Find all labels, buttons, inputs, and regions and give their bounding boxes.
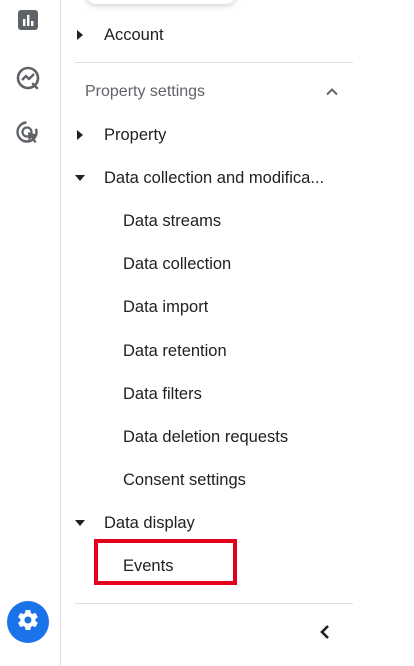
- gear-icon: [16, 608, 40, 637]
- nav-subitem-data-filters[interactable]: Data filters: [61, 377, 351, 411]
- reports-button[interactable]: [10, 4, 46, 40]
- nav-item-data-display[interactable]: Data display: [61, 506, 351, 540]
- admin-settings-button[interactable]: [7, 601, 49, 643]
- chevron-up-icon: [325, 85, 339, 99]
- nav-subitem-label: Consent settings: [123, 470, 246, 489]
- nav-item-property[interactable]: Property: [61, 118, 351, 152]
- caret-down-icon: [75, 173, 85, 183]
- nav-subitem-label: Data import: [123, 297, 209, 316]
- nav-item-account[interactable]: Account: [61, 18, 351, 52]
- nav-subitem-data-streams[interactable]: Data streams: [61, 204, 351, 238]
- nav-subitem-label: Data streams: [123, 211, 222, 230]
- advertising-button[interactable]: [10, 117, 46, 153]
- reports-icon: [17, 9, 39, 36]
- nav-subitem-data-retention[interactable]: Data retention: [61, 334, 351, 368]
- nav-item-label: Data display: [104, 513, 195, 532]
- nav-subitem-data-collection[interactable]: Data collection: [61, 247, 351, 281]
- explore-button[interactable]: [10, 62, 46, 98]
- property-settings-header[interactable]: Property settings: [75, 75, 341, 109]
- nav-item-data-collection-and-modification[interactable]: Data collection and modifica...: [61, 161, 351, 195]
- nav-item-label: Account: [104, 25, 164, 44]
- caret-right-icon: [75, 130, 85, 140]
- nav-subitem-data-import[interactable]: Data import: [61, 290, 351, 324]
- advertising-icon: [15, 120, 41, 151]
- nav-subitem-consent-settings[interactable]: Consent settings: [61, 463, 351, 497]
- nav-subitem-label: Events: [123, 556, 174, 575]
- caret-down-icon: [75, 518, 85, 528]
- analytics-admin-panel: Account Property settings Property Data …: [0, 0, 414, 666]
- nav-subitem-data-deletion-requests[interactable]: Data deletion requests: [61, 420, 351, 454]
- caret-right-icon: [75, 30, 85, 40]
- nav-subitem-label: Data filters: [123, 384, 202, 403]
- collapse-nav-button[interactable]: [311, 620, 339, 648]
- nav-item-label: Data collection and modifica...: [104, 168, 325, 187]
- nav-item-label: Property: [104, 125, 167, 144]
- nav-subitem-label: Data retention: [123, 341, 227, 360]
- nav-subitem-events[interactable]: Events: [61, 549, 351, 583]
- section-header-label: Property settings: [85, 83, 206, 100]
- nav-subitem-label: Data deletion requests: [123, 427, 289, 446]
- divider: [75, 62, 353, 63]
- divider: [75, 603, 353, 604]
- admin-nav-panel: Account Property settings Property Data …: [61, 0, 414, 666]
- left-icon-rail: [0, 0, 61, 666]
- chevron-left-icon: [319, 624, 331, 645]
- explore-icon: [15, 65, 41, 96]
- nav-subitem-label: Data collection: [123, 254, 232, 273]
